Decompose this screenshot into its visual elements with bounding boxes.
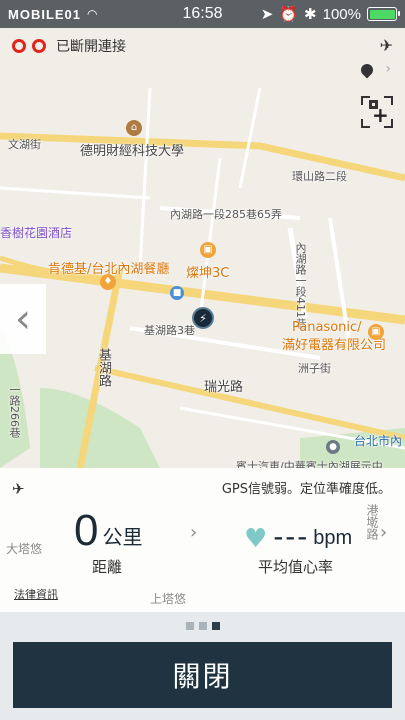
map-label-taipei-city: 台北市內 [354, 434, 403, 448]
disconnected-ring-icon [12, 39, 26, 53]
frame-corner [361, 119, 370, 128]
satellite-icon: ✈ [12, 480, 25, 498]
map-label-store-3c: 燦坤3C [186, 266, 230, 281]
map-label-jihu-road: 基湖路3巷 [144, 324, 195, 337]
battery-level-fill [369, 9, 395, 19]
chevron-right-icon[interactable]: › [190, 522, 197, 543]
car-dealer-icon: ● [326, 440, 340, 454]
map-label-yijing: 一路266巷 [8, 384, 21, 438]
chevron-left-icon: ‹ [15, 296, 31, 342]
map-label-hotel: 香樹花園酒店 [0, 226, 73, 240]
bus-stop-icon: ■ [170, 286, 184, 300]
map-label-gangmo: 港墘路 [365, 504, 379, 540]
shop-icon: ▣ [200, 242, 216, 258]
page-dot[interactable] [198, 622, 207, 630]
shop-icon: ▣ [368, 324, 384, 340]
stats-panel: ✈ GPS信號弱。定位準確度低。 大塔悠 上塔悠 港墘路 0 公里 距離 › ♥… [0, 468, 405, 612]
clock: 16:58 [182, 5, 223, 22]
map-label-jihu-vert: 基湖路 [96, 348, 111, 387]
restaurant-icon: ♦ [100, 274, 116, 290]
bottom-bar: 關閉 [0, 612, 405, 720]
heart-rate-metric[interactable]: ♥ --- bpm [244, 520, 352, 554]
map-label-wenhu-st: 文湖街 [8, 138, 41, 151]
map-label-university: 德明財經科技大學 [80, 144, 185, 159]
distance-unit: 公里 [102, 525, 143, 549]
map-label-ruiguang: 瑞光路 [204, 380, 244, 395]
status-bar: MOBILE01 ◠ 16:58 ➤ ⏰ ✱ 100% [0, 0, 405, 28]
page-dot[interactable] [211, 622, 220, 630]
previous-page-button[interactable]: ‹ [0, 284, 46, 354]
map-label-panasonic: Panasonic/ [292, 320, 362, 335]
legal-info-link[interactable]: 法律資訊 [14, 586, 58, 602]
satellite-icon[interactable]: ✈ [380, 36, 393, 55]
map-label-shangtayou: 上塔悠 [150, 592, 187, 606]
chevron-right-icon[interactable]: › [380, 522, 387, 543]
battery-icon [367, 7, 400, 21]
map-label-ring-road: 環山路二段 [292, 170, 347, 183]
map-label-bottom-road: 賓士汽車/中華賓士內湖展示中 [236, 460, 383, 468]
map-label-neihu-411: 內湖路一段411巷 [294, 242, 307, 329]
crosshair-icon: + [369, 100, 389, 127]
school-icon: ⌂ [126, 120, 142, 136]
page-indicator [0, 622, 405, 630]
user-location-marker-icon: ⚡ [192, 307, 214, 329]
map-label-zhouzi-st: 洲子街 [298, 362, 331, 375]
connection-status-text: 已斷開連接 [56, 39, 126, 55]
map-view[interactable]: 文湖街 德明財經科技大學 環山路二段 內湖路一段285巷65弄 香樹花園酒店 肯… [0, 28, 405, 468]
page-dot[interactable] [185, 622, 194, 630]
heart-icon: ♥ [244, 524, 268, 554]
map-label-dapei: 大塔悠 [6, 542, 43, 556]
heart-rate-unit: bpm [313, 527, 353, 549]
distance-value: 0 [74, 506, 99, 555]
heart-rate-value: --- [273, 520, 310, 553]
gps-warning: GPS信號弱。定位準確度低。 [221, 482, 391, 497]
recenter-button[interactable]: + [361, 96, 393, 128]
disconnected-ring-icon [32, 39, 46, 53]
distance-caption: 距離 [92, 558, 123, 576]
chevron-right-icon[interactable]: › [385, 61, 391, 77]
map-label-neihu-lane: 內湖路一段285巷65弄 [170, 208, 282, 221]
distance-metric[interactable]: 0 公里 [74, 508, 142, 554]
close-button[interactable]: 關閉 [13, 642, 392, 708]
connection-status: 已斷開連接 [12, 36, 126, 56]
heart-rate-caption: 平均值心率 [258, 558, 334, 576]
